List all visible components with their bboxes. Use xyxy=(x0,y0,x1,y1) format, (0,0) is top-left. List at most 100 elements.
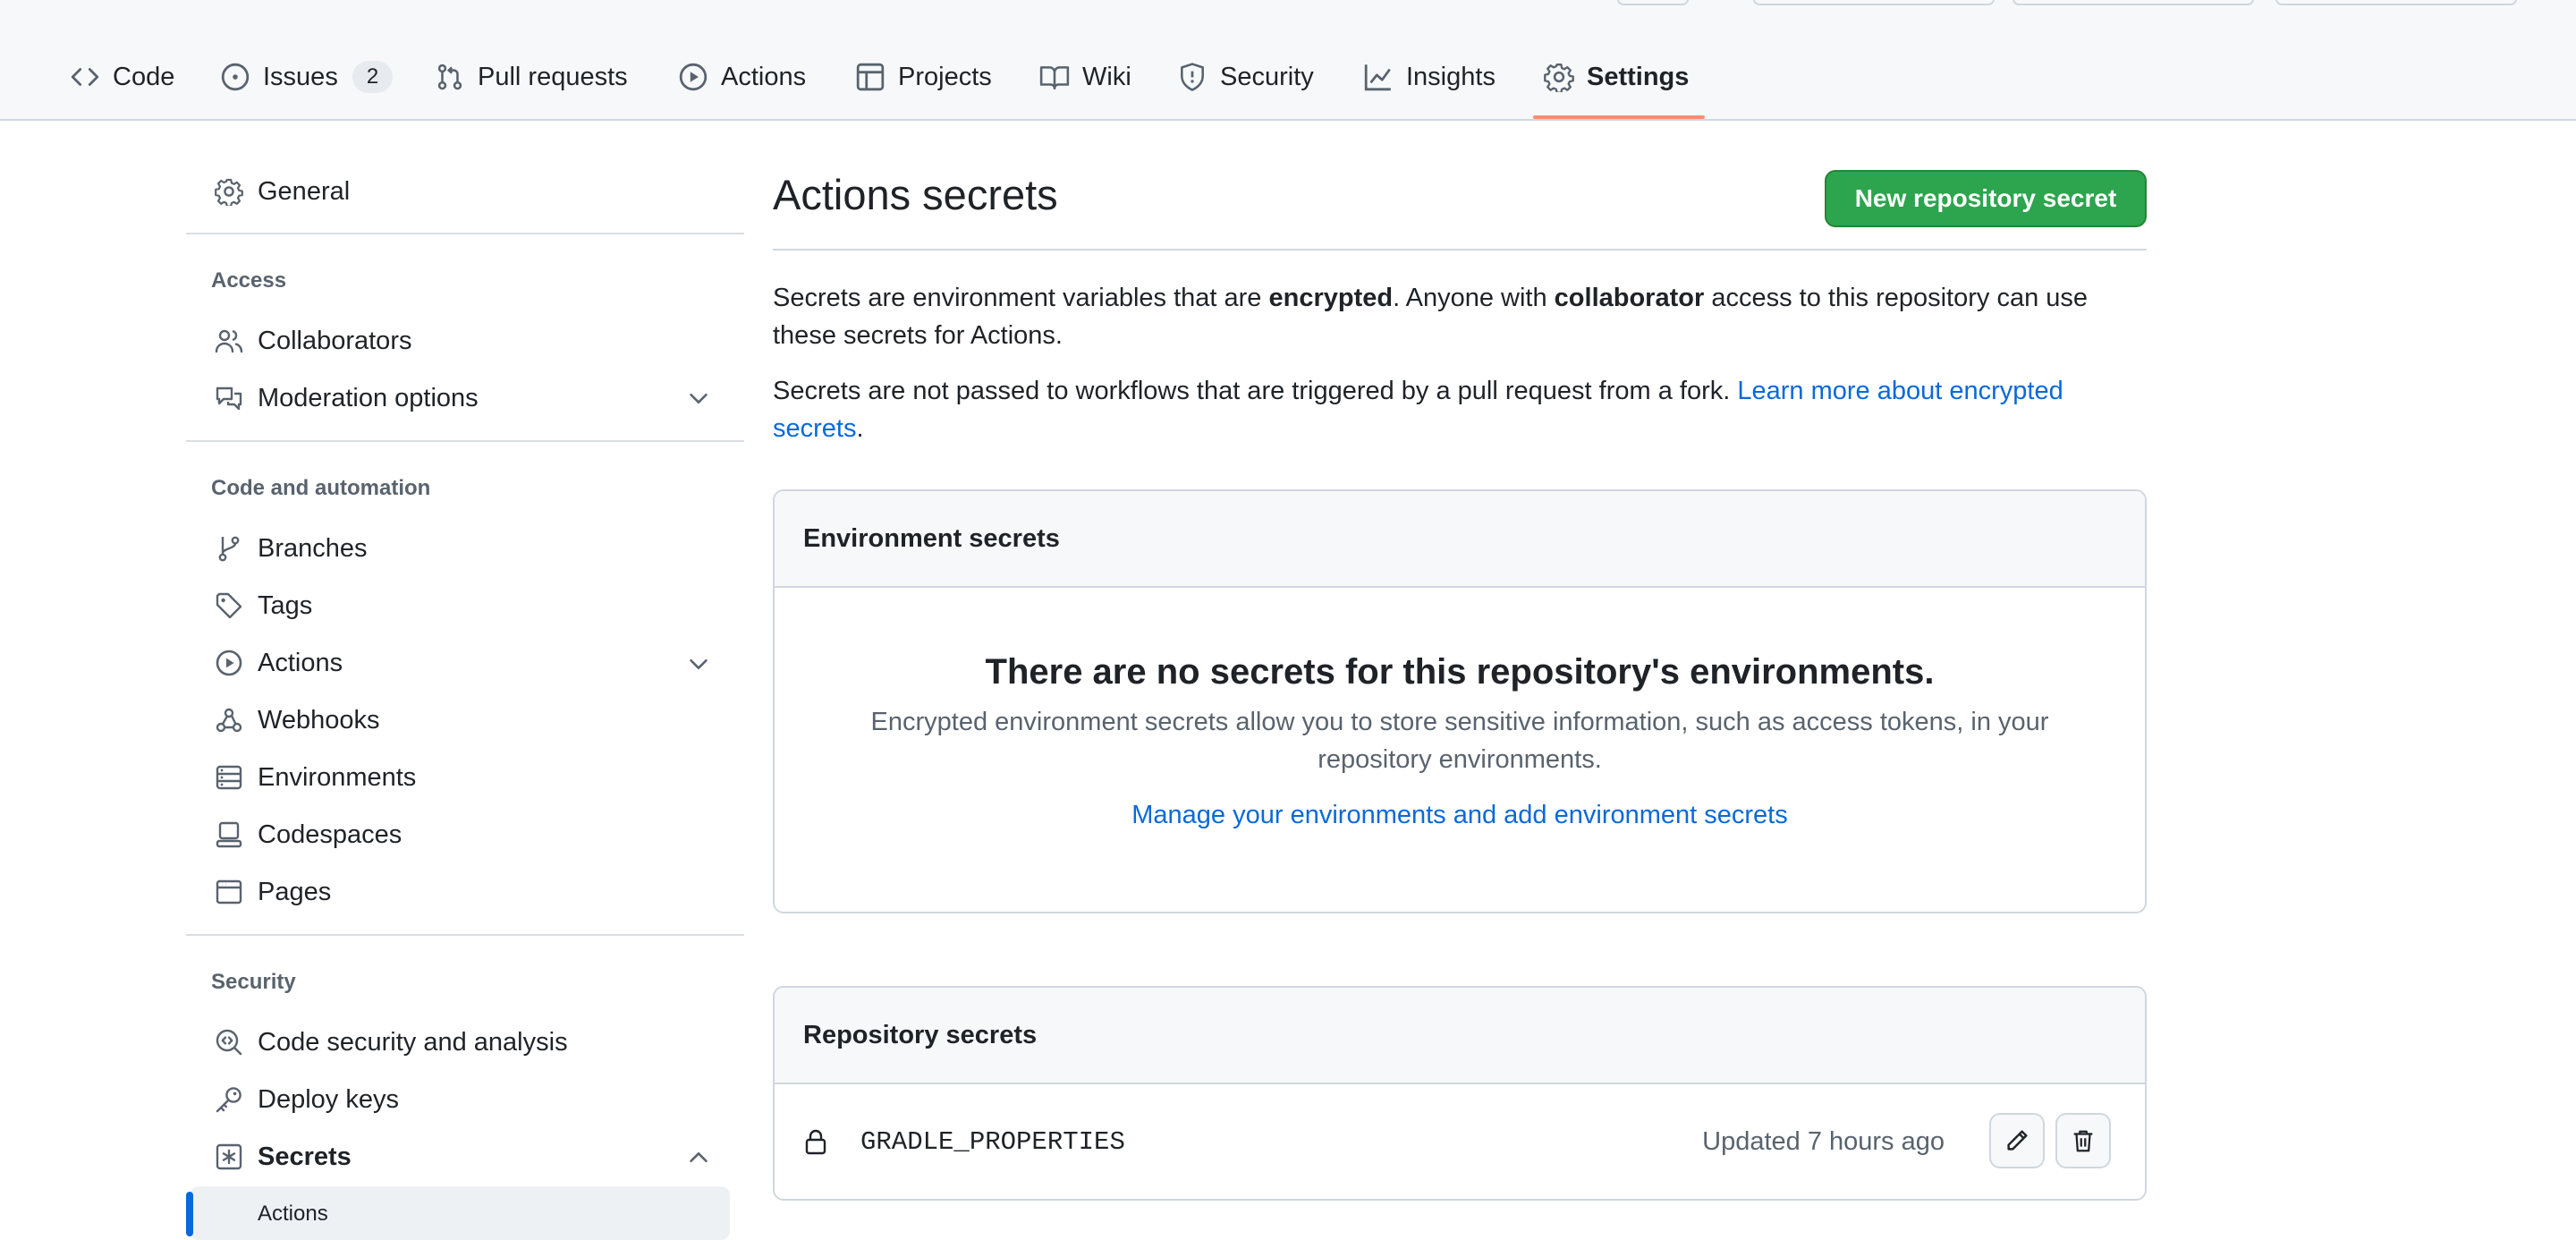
page-title: Actions secrets xyxy=(773,171,1058,218)
delete-secret-button[interactable] xyxy=(2055,1113,2111,1168)
sidebar-item-actions[interactable]: Actions xyxy=(215,639,343,687)
codescan-icon xyxy=(216,1029,242,1056)
chevron-up-icon[interactable] xyxy=(685,1144,712,1171)
table-icon xyxy=(856,63,885,91)
sidebar-item-label: Actions xyxy=(258,648,343,677)
active-indicator xyxy=(186,1192,193,1236)
tab-actions[interactable]: Actions xyxy=(678,52,806,102)
manage-environments-link[interactable]: Manage your environments and add environ… xyxy=(1131,801,1787,829)
chevron-down-icon[interactable] xyxy=(685,650,712,677)
environment-secrets-box: Environment secrets There are no secrets… xyxy=(773,489,2147,913)
sidebar-item-code-security[interactable]: Code security and analysis xyxy=(215,1018,568,1066)
sidebar-item-label: Webhooks xyxy=(258,705,380,735)
tab-label: Settings xyxy=(1587,62,1690,91)
sidebar-item-branches[interactable]: Branches xyxy=(215,524,368,573)
sidebar-item-label: Branches xyxy=(258,533,368,563)
fork-note-text: Secrets are not passed to workflows that… xyxy=(773,377,2063,443)
codespaces-icon xyxy=(216,821,242,848)
sidebar-divider xyxy=(186,440,744,442)
secrets-intro-text: Secrets are environment variables that a… xyxy=(773,284,2089,350)
sidebar-heading-security: Security xyxy=(211,970,296,994)
pencil-icon xyxy=(2007,1130,2028,1151)
sidebar-item-environments[interactable]: Environments xyxy=(215,753,416,802)
webhook-icon xyxy=(216,708,242,733)
issue-opened-icon xyxy=(221,63,250,91)
header-button-partial[interactable] xyxy=(2275,0,2517,5)
header-button-partial[interactable] xyxy=(2012,0,2254,5)
header-button-partial[interactable] xyxy=(1753,0,1995,5)
tab-label: Wiki xyxy=(1082,62,1131,91)
environment-secrets-blankslate: There are no secrets for this repository… xyxy=(775,588,2145,834)
new-repository-secret-button[interactable]: New repository secret xyxy=(1825,170,2147,227)
sidebar-divider xyxy=(186,934,744,936)
tab-label: Issues xyxy=(263,62,338,91)
sidebar-item-moderation[interactable]: Moderation options xyxy=(215,374,479,422)
sidebar-item-label: Code security and analysis xyxy=(258,1027,568,1057)
tab-label: Code xyxy=(113,62,175,91)
sidebar-item-general[interactable]: General xyxy=(215,167,350,216)
tab-pull-requests[interactable]: Pull requests xyxy=(435,52,628,102)
tab-label: Projects xyxy=(898,62,992,91)
tab-issues[interactable]: Issues 2 xyxy=(220,52,394,102)
blankslate-title: There are no secrets for this repository… xyxy=(985,652,1935,692)
book-icon xyxy=(1039,66,1070,90)
tab-projects[interactable]: Projects xyxy=(855,52,992,102)
tag-icon xyxy=(216,592,242,619)
graph-icon xyxy=(1364,64,1391,91)
browser-icon xyxy=(216,879,242,905)
secret-row: GRADLE_PROPERTIES Updated 7 hours ago xyxy=(775,1084,2145,1199)
people-icon xyxy=(215,329,243,353)
play-icon xyxy=(216,650,242,676)
repository-secrets-heading: Repository secrets xyxy=(775,988,2145,1084)
header-button-partial[interactable] xyxy=(1617,0,1689,5)
tab-security[interactable]: Security xyxy=(1177,52,1314,102)
sidebar-item-secrets[interactable]: Secrets xyxy=(215,1133,352,1181)
sidebar-subitem-label: Actions xyxy=(258,1202,328,1226)
pull-request-icon xyxy=(437,64,462,90)
sidebar-item-collaborators[interactable]: Collaborators xyxy=(215,317,411,365)
tab-label: Pull requests xyxy=(478,62,628,91)
sidebar-item-label: Collaborators xyxy=(258,326,412,355)
sidebar-item-label: Codespaces xyxy=(258,820,402,849)
tab-code[interactable]: Code xyxy=(70,52,174,102)
server-icon xyxy=(216,765,242,790)
sidebar-item-codespaces[interactable]: Codespaces xyxy=(215,811,402,859)
sidebar-item-label: Secrets xyxy=(258,1142,352,1171)
tab-wiki[interactable]: Wiki xyxy=(1039,52,1131,102)
environment-secrets-heading: Environment secrets xyxy=(775,491,2145,588)
key-asterisk-icon xyxy=(216,1143,242,1170)
sidebar-item-label: Moderation options xyxy=(258,383,479,412)
git-branch-icon xyxy=(218,536,240,562)
repo-header: Code Issues 2 Pull requests Actions Proj… xyxy=(0,0,2576,121)
issues-count-badge: 2 xyxy=(352,61,394,93)
repository-secrets-box: Repository secrets GRADLE_PROPERTIES Upd… xyxy=(773,986,2147,1201)
sidebar-item-label: Environments xyxy=(258,762,417,792)
secret-updated-time: Updated 7 hours ago xyxy=(1702,1127,1945,1156)
comment-discussion-icon xyxy=(216,386,242,411)
tab-label: Security xyxy=(1220,62,1314,91)
sidebar-item-label: Deploy keys xyxy=(258,1084,399,1114)
sidebar-item-label: General xyxy=(258,176,351,206)
selected-tab-underline xyxy=(1533,115,1705,119)
tab-insights[interactable]: Insights xyxy=(1363,52,1496,102)
key-icon xyxy=(216,1087,242,1113)
trash-icon xyxy=(2073,1130,2093,1152)
sidebar-item-label: Tags xyxy=(258,590,313,620)
chevron-down-icon[interactable] xyxy=(685,385,712,412)
edit-secret-button[interactable] xyxy=(1989,1113,2045,1168)
sidebar-item-deploy-keys[interactable]: Deploy keys xyxy=(215,1075,399,1124)
title-divider xyxy=(773,249,2147,251)
code-icon xyxy=(71,68,99,86)
blankslate-description: Encrypted environment secrets allow you … xyxy=(870,708,2049,774)
sidebar-item-pages[interactable]: Pages xyxy=(215,868,331,916)
sidebar-heading-code-automation: Code and automation xyxy=(211,476,431,500)
tab-label: Actions xyxy=(721,62,807,91)
sidebar-item-tags[interactable]: Tags xyxy=(215,582,312,630)
sidebar-heading-access: Access xyxy=(211,268,287,293)
lock-icon xyxy=(805,1129,826,1155)
gear-icon xyxy=(1544,64,1574,92)
sidebar-item-webhooks[interactable]: Webhooks xyxy=(215,696,380,744)
play-icon xyxy=(679,63,708,91)
tab-settings[interactable]: Settings xyxy=(1544,52,1689,102)
sidebar-divider xyxy=(186,233,744,234)
